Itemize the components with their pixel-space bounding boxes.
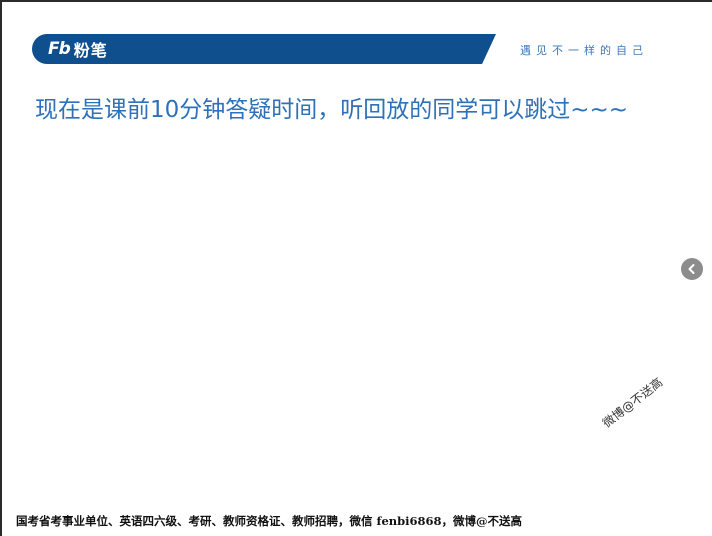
brand-tagline: 遇见不一样的自己 xyxy=(520,44,648,57)
brand-logo: Fb 粉笔 xyxy=(48,38,108,60)
slide-headline: 现在是课前10分钟答疑时间，听回放的同学可以跳过~~~ xyxy=(35,97,629,123)
footer-ad-text: 国考省考事业单位、英语四六级、考研、教师资格证、教师招聘，微信 fenbi686… xyxy=(16,514,523,528)
slide-canvas: Fb 粉笔 遇见不一样的自己 现在是课前10分钟答疑时间，听回放的同学可以跳过~… xyxy=(2,2,710,536)
chevron-left-icon xyxy=(688,264,695,274)
weibo-watermark: 微博@不送高 xyxy=(599,375,666,431)
logo-text: 粉笔 xyxy=(73,41,108,60)
prev-slide-button[interactable] xyxy=(681,258,703,280)
logo-mark: Fb xyxy=(48,39,71,59)
